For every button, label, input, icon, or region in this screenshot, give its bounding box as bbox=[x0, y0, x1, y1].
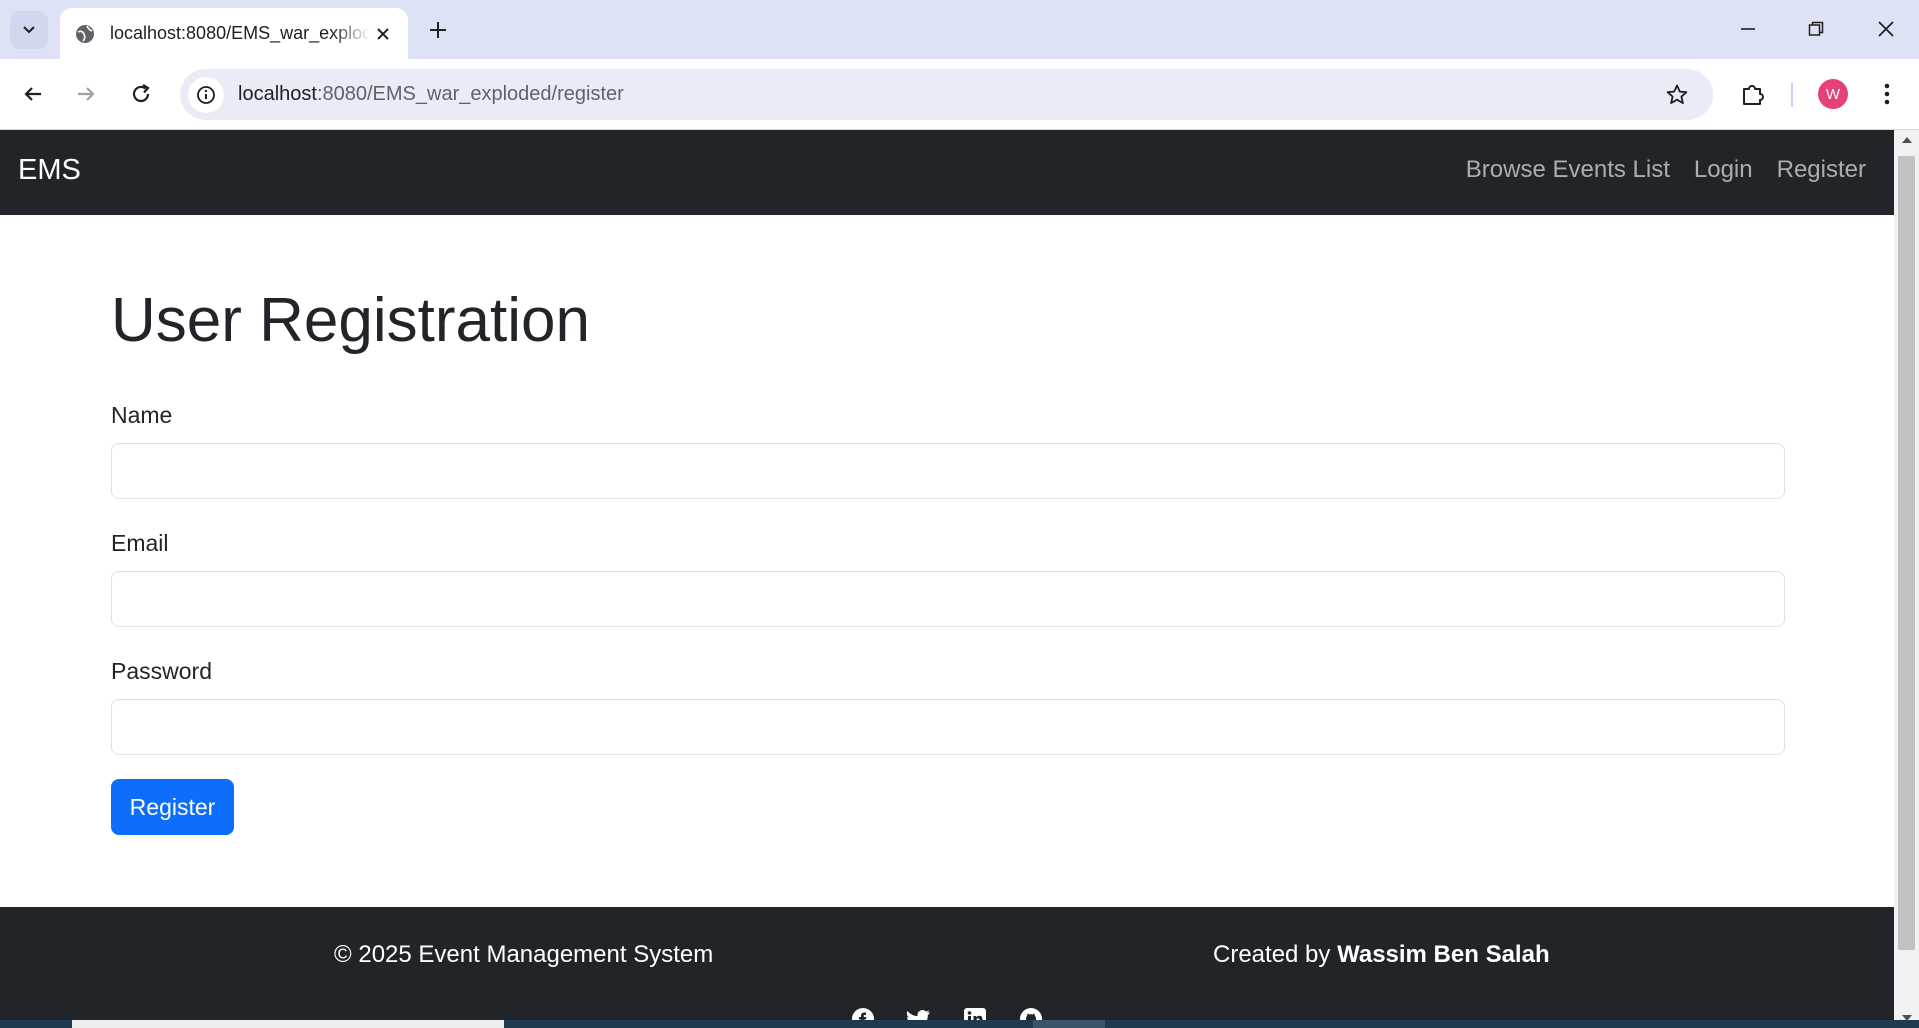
page-scrollbar[interactable] bbox=[1894, 130, 1919, 1028]
taskbar-item[interactable] bbox=[1033, 1020, 1105, 1028]
page-viewport: EMS Browse Events List Login Register Us… bbox=[0, 130, 1894, 1028]
tab-search-button[interactable] bbox=[10, 11, 48, 49]
url-text[interactable]: localhost:8080/EMS_war_exploded/register bbox=[238, 83, 624, 106]
browser-toolbar: localhost:8080/EMS_war_exploded/register… bbox=[0, 59, 1919, 130]
credit-author: Wassim Ben Salah bbox=[1337, 941, 1550, 968]
chevron-down-icon bbox=[23, 26, 35, 34]
footer-copyright: © 2025 Event Management System bbox=[334, 941, 714, 968]
nav-login-link[interactable]: Login bbox=[1694, 156, 1753, 184]
bookmark-star-icon[interactable] bbox=[1663, 81, 1691, 109]
site-footer: © 2025 Event Management System Created b… bbox=[0, 907, 1894, 1028]
site-navbar: EMS Browse Events List Login Register bbox=[0, 130, 1894, 215]
reload-icon[interactable] bbox=[121, 74, 161, 114]
nav-browse-events-link[interactable]: Browse Events List bbox=[1466, 156, 1670, 184]
close-window-icon[interactable] bbox=[1856, 10, 1916, 48]
name-label: Name bbox=[111, 402, 173, 428]
toolbar-divider bbox=[1791, 83, 1793, 107]
browser-tab-strip: localhost:8080/EMS_war_exploded bbox=[0, 0, 1919, 59]
nav-links: Browse Events List Login Register bbox=[1466, 156, 1866, 184]
brand-link[interactable]: EMS bbox=[18, 154, 81, 187]
profile-avatar[interactable]: W bbox=[1818, 79, 1848, 109]
address-bar[interactable]: localhost:8080/EMS_war_exploded/register bbox=[180, 69, 1713, 120]
new-tab-icon[interactable] bbox=[424, 16, 452, 44]
email-input[interactable] bbox=[111, 571, 1785, 627]
minimize-icon[interactable] bbox=[1718, 10, 1778, 48]
page-title: User Registration bbox=[111, 286, 590, 355]
url-host: localhost bbox=[238, 83, 317, 105]
register-submit-button[interactable]: Register bbox=[111, 779, 234, 835]
footer-credit: Created by Wassim Ben Salah bbox=[1213, 941, 1550, 969]
email-label: Email bbox=[111, 530, 169, 556]
restore-icon[interactable] bbox=[1786, 10, 1846, 48]
close-tab-icon[interactable] bbox=[372, 23, 394, 45]
name-input[interactable] bbox=[111, 443, 1785, 499]
os-taskbar bbox=[0, 1020, 1919, 1028]
scrollbar-thumb[interactable] bbox=[1898, 156, 1915, 950]
site-info-icon[interactable] bbox=[188, 76, 224, 113]
tab-title: localhost:8080/EMS_war_exploded bbox=[110, 23, 370, 43]
extensions-puzzle-icon[interactable] bbox=[1738, 79, 1768, 109]
scroll-up-arrow-icon[interactable] bbox=[1894, 130, 1919, 150]
password-input[interactable] bbox=[111, 699, 1785, 755]
back-arrow-icon[interactable] bbox=[13, 74, 53, 114]
taskbar-item[interactable] bbox=[72, 1020, 504, 1028]
browser-menu-icon[interactable] bbox=[1872, 79, 1902, 109]
nav-register-link[interactable]: Register bbox=[1777, 156, 1866, 184]
password-label: Password bbox=[111, 658, 212, 684]
url-path: :8080/EMS_war_exploded/register bbox=[316, 83, 624, 105]
globe-icon bbox=[76, 24, 94, 43]
credit-prefix: Created by bbox=[1213, 941, 1338, 968]
forward-arrow-icon[interactable] bbox=[66, 74, 106, 114]
browser-tab[interactable]: localhost:8080/EMS_war_exploded bbox=[60, 8, 408, 59]
